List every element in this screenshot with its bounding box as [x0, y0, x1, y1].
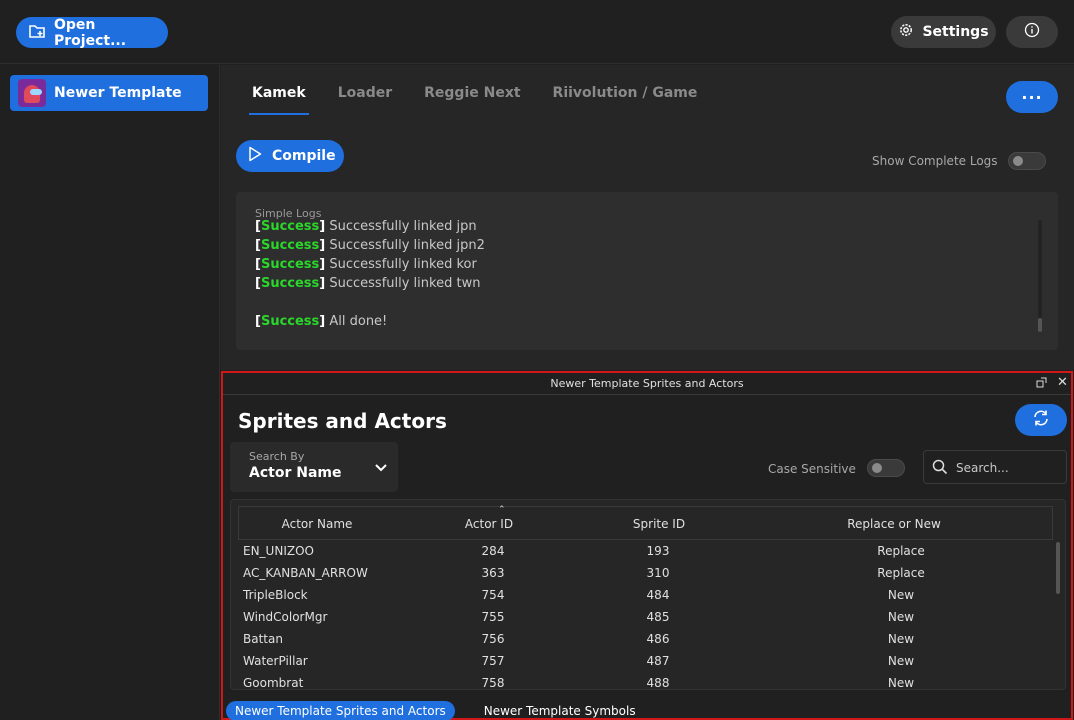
- main-tabs: Kamek Loader Reggie Next Riivolution / G…: [249, 85, 726, 115]
- search-input[interactable]: [956, 458, 1064, 478]
- cell-sprite-id: 484: [646, 588, 670, 602]
- cell-actor-name: TripleBlock: [243, 588, 308, 602]
- cell-actor-name: AC_KANBAN_ARROW: [243, 566, 368, 580]
- cell-actor-id: 363: [481, 566, 505, 580]
- top-bar: Open Project... Settings: [0, 0, 1074, 64]
- log-line: [Success] Successfully linked jpn2: [255, 238, 485, 253]
- compile-label: Compile: [272, 148, 336, 164]
- refresh-icon: [1032, 409, 1050, 431]
- show-complete-logs-label: Show Complete Logs: [872, 154, 998, 168]
- play-icon: [248, 146, 262, 166]
- log-line: [Success] Successfully linked kor: [255, 257, 477, 272]
- tab-loader[interactable]: Loader: [335, 85, 395, 115]
- sidebar-item-newer-template[interactable]: Newer Template: [10, 75, 208, 111]
- cell-replace-or-new: New: [887, 676, 915, 690]
- sprites-actors-panel: Newer Template Sprites and Actors ✕ Spri…: [221, 371, 1073, 720]
- logs-scrollbar[interactable]: [1038, 220, 1042, 332]
- gear-icon: [898, 22, 914, 42]
- column-header-sprite-id[interactable]: Sprite ID: [619, 517, 699, 531]
- tab-reggie-next[interactable]: Reggie Next: [421, 85, 523, 115]
- folder-add-icon: [28, 22, 46, 44]
- column-header-replace-or-new[interactable]: Replace or New: [834, 517, 954, 531]
- cell-replace-or-new: Replace: [877, 566, 925, 580]
- cell-sprite-id: 486: [646, 632, 670, 646]
- float-window-icon[interactable]: [1036, 377, 1047, 391]
- open-project-label: Open Project...: [54, 16, 127, 49]
- among-us-avatar-icon: [18, 79, 46, 107]
- cell-replace-or-new: Replace: [877, 544, 925, 558]
- refresh-button[interactable]: [1015, 404, 1067, 436]
- tab-symbols[interactable]: Newer Template Symbols: [475, 701, 645, 720]
- chevron-down-icon: [374, 458, 388, 477]
- column-header-actor-name[interactable]: Actor Name: [265, 517, 369, 531]
- table-row[interactable]: Goombrat 758 488 New: [231, 673, 1051, 690]
- cell-sprite-id: 193: [646, 544, 670, 558]
- cell-sprite-id: 488: [646, 676, 670, 690]
- settings-label: Settings: [922, 24, 989, 40]
- cell-actor-name: Battan: [243, 632, 283, 646]
- cell-sprite-id: 485: [646, 610, 670, 624]
- log-line: [Success] Successfully linked jpn: [255, 219, 477, 234]
- cell-actor-id: 754: [481, 588, 505, 602]
- cell-replace-or-new: New: [887, 632, 915, 646]
- table-scrollbar[interactable]: [1056, 542, 1060, 594]
- cell-actor-id: 284: [481, 544, 505, 558]
- cell-actor-id: 755: [481, 610, 505, 624]
- cell-actor-id: 757: [481, 654, 505, 668]
- more-options-button[interactable]: ···: [1006, 81, 1058, 113]
- table-row[interactable]: AC_KANBAN_ARROW 363 310 Replace: [231, 563, 1051, 585]
- sort-ascending-icon: ⌃: [498, 505, 506, 515]
- cell-replace-or-new: New: [887, 588, 915, 602]
- cell-sprite-id: 310: [646, 566, 670, 580]
- search-by-dropdown[interactable]: Search By Actor Name: [230, 442, 398, 492]
- search-by-value: Actor Name: [249, 465, 342, 481]
- cell-actor-id: 758: [481, 676, 505, 690]
- log-line: [Success] Successfully linked twn: [255, 276, 481, 291]
- cell-actor-name: EN_UNIZOO: [243, 544, 314, 558]
- settings-button[interactable]: Settings: [891, 16, 996, 48]
- open-project-button[interactable]: Open Project...: [16, 16, 168, 49]
- table-row[interactable]: TripleBlock 754 484 New: [231, 585, 1051, 607]
- simple-logs-box: Simple Logs [Success] Successfully linke…: [236, 192, 1058, 350]
- table-rows: EN_UNIZOO 284 193 Replace AC_KANBAN_ARRO…: [231, 541, 1051, 690]
- sidebar: Newer Template: [0, 65, 220, 720]
- compile-button[interactable]: Compile: [236, 140, 344, 172]
- info-icon: [1024, 22, 1040, 42]
- cell-replace-or-new: New: [887, 654, 915, 668]
- panel-bottom-tabs: Newer Template Sprites and Actors Newer …: [226, 701, 645, 720]
- search-by-label: Search By: [249, 450, 305, 463]
- search-field[interactable]: [923, 450, 1067, 484]
- case-sensitive-toggle[interactable]: [867, 459, 905, 477]
- sidebar-item-label: Newer Template: [54, 85, 182, 101]
- main-content: Kamek Loader Reggie Next Riivolution / G…: [221, 65, 1074, 370]
- log-lines: [Success] Successfully linked jpn [Succe…: [255, 217, 485, 331]
- column-header-actor-id[interactable]: Actor ID: [449, 517, 529, 531]
- cell-actor-name: WaterPillar: [243, 654, 308, 668]
- cell-actor-id: 756: [481, 632, 505, 646]
- case-sensitive-label: Case Sensitive: [768, 462, 856, 476]
- table-row[interactable]: WindColorMgr 755 485 New: [231, 607, 1051, 629]
- log-line-blank: [255, 293, 485, 312]
- table-row[interactable]: EN_UNIZOO 284 193 Replace: [231, 541, 1051, 563]
- table-row[interactable]: WaterPillar 757 487 New: [231, 651, 1051, 673]
- cell-sprite-id: 487: [646, 654, 670, 668]
- sprites-actors-heading: Sprites and Actors: [238, 409, 447, 433]
- actors-table: ⌃ Actor Name Actor ID Sprite ID Replace …: [230, 499, 1066, 690]
- cell-replace-or-new: New: [887, 610, 915, 624]
- close-icon[interactable]: ✕: [1057, 375, 1068, 390]
- panel-title: Newer Template Sprites and Actors: [550, 377, 744, 390]
- cell-actor-name: Goombrat: [243, 676, 304, 690]
- table-header: ⌃ Actor Name Actor ID Sprite ID Replace …: [238, 505, 1053, 540]
- search-icon: [932, 459, 948, 479]
- info-button[interactable]: [1006, 16, 1058, 48]
- table-row[interactable]: Battan 756 486 New: [231, 629, 1051, 651]
- log-line: [Success] All done!: [255, 314, 388, 329]
- show-complete-logs-toggle[interactable]: [1008, 152, 1046, 170]
- tab-kamek[interactable]: Kamek: [249, 85, 309, 115]
- panel-titlebar[interactable]: Newer Template Sprites and Actors ✕: [223, 373, 1071, 395]
- tab-sprites-and-actors[interactable]: Newer Template Sprites and Actors: [226, 701, 455, 720]
- cell-actor-name: WindColorMgr: [243, 610, 328, 624]
- tab-riivolution-game[interactable]: Riivolution / Game: [550, 85, 701, 115]
